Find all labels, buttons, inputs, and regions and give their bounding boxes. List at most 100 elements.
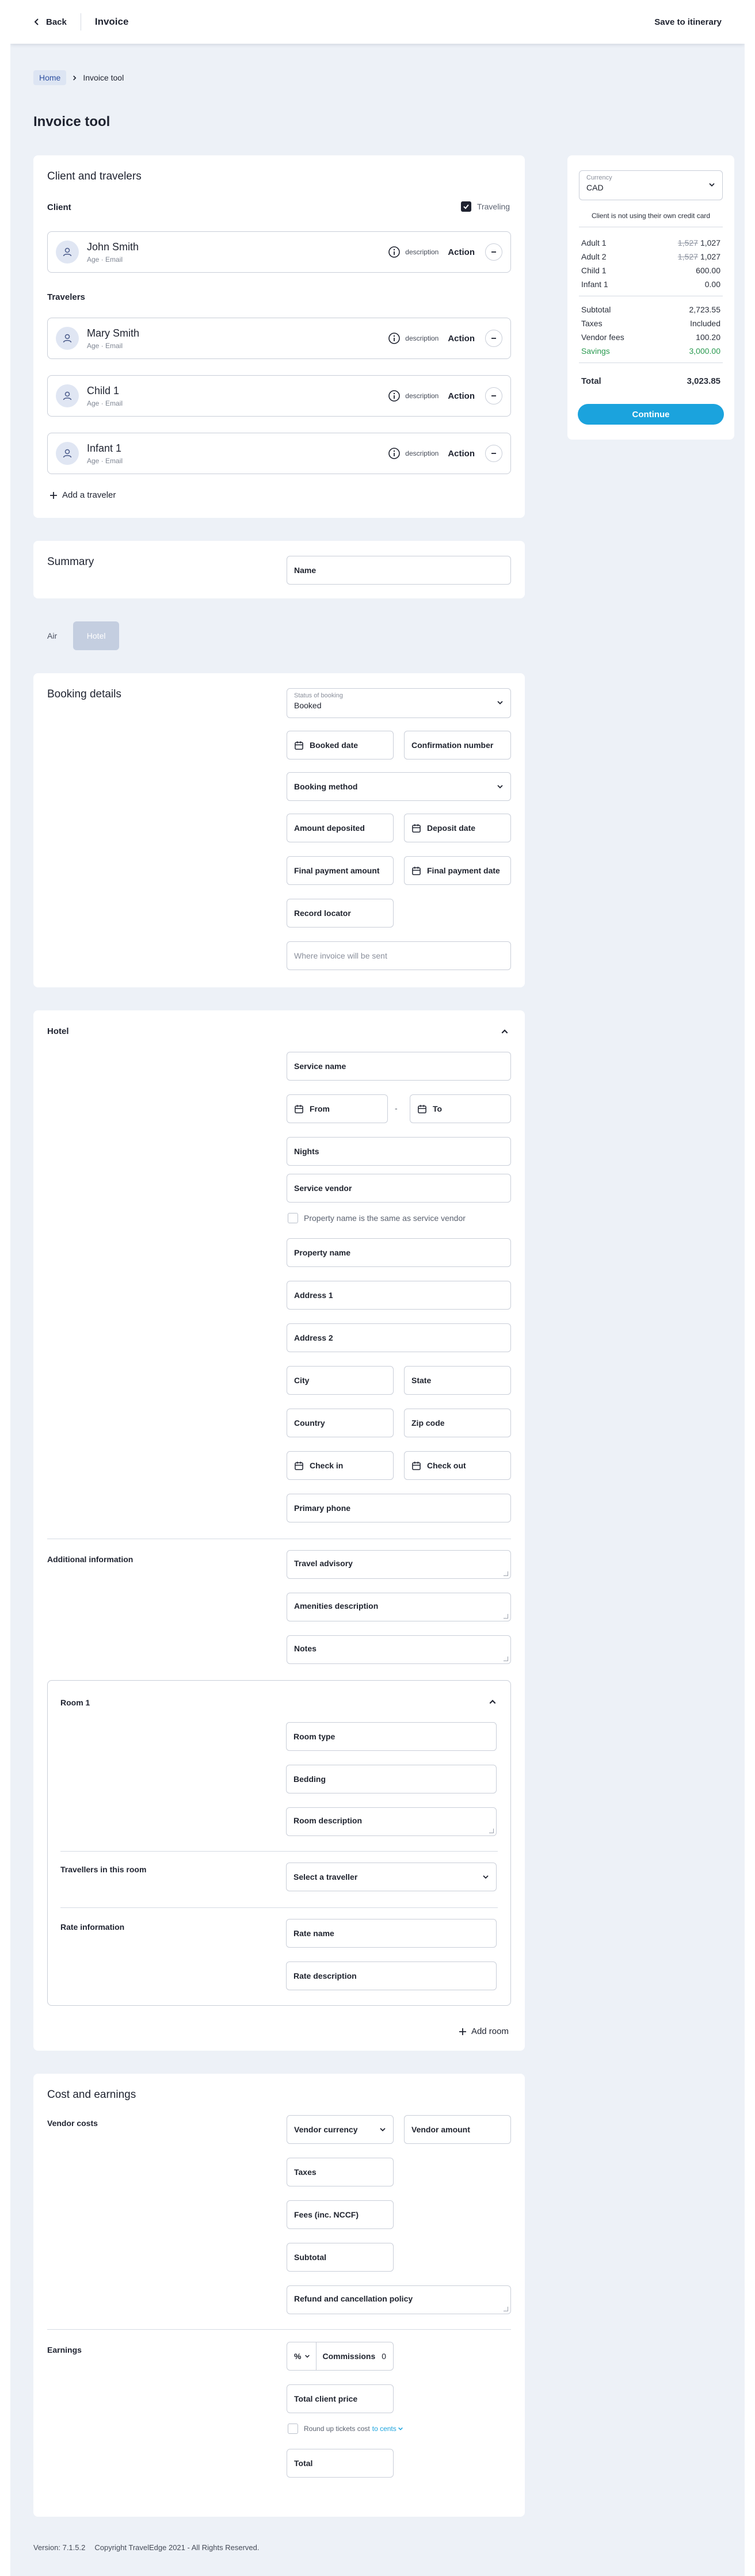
traveler-action-button[interactable]: Action	[448, 334, 475, 344]
price-row: Adult 1 1,527 1,027	[581, 238, 720, 247]
address2-input[interactable]: Address 2	[287, 1323, 511, 1352]
remove-traveler-button[interactable]	[485, 330, 502, 347]
to-date-input[interactable]: To	[410, 1094, 511, 1123]
same-as-vendor-checkbox[interactable]: Property name is the same as service ven…	[288, 1213, 466, 1223]
info-icon[interactable]	[388, 447, 401, 460]
from-date-input[interactable]: From	[287, 1094, 388, 1123]
traveling-checkbox[interactable]: Traveling	[460, 201, 510, 212]
traveler-description: description	[405, 449, 439, 457]
property-name-input[interactable]: Property name	[287, 1238, 511, 1267]
traveler-row[interactable]: Infant 1 Age · Email description Action	[47, 433, 511, 474]
save-to-itinerary-button[interactable]: Save to itinerary	[654, 17, 722, 27]
refund-policy-textarea[interactable]: Refund and cancellation policy	[287, 2285, 511, 2314]
taxes-label: Taxes	[581, 319, 603, 328]
chevron-right-icon	[73, 75, 77, 81]
room-type-input[interactable]: Room type	[286, 1722, 497, 1751]
summary-name-input[interactable]: Name	[287, 556, 511, 585]
resize-grip-icon[interactable]	[504, 2307, 508, 2311]
traveling-label: Traveling	[476, 202, 510, 211]
service-vendor-input[interactable]: Service vendor	[287, 1174, 511, 1203]
breadcrumb-home[interactable]: Home	[33, 70, 67, 85]
round-up-checkbox[interactable]: Round up tickets cost to cents	[288, 2424, 403, 2434]
zip-input[interactable]: Zip code	[404, 1409, 511, 1437]
travellers-in-room-heading: Travellers in this room	[60, 1865, 147, 1874]
invoice-destination-input[interactable]: Where invoice will be sent	[287, 941, 511, 970]
round-up-unit-link[interactable]: to cents	[372, 2425, 396, 2433]
client-action-button[interactable]: Action	[448, 247, 475, 257]
back-button[interactable]: Back	[33, 13, 81, 30]
currency-select[interactable]: Currency CAD	[579, 170, 723, 200]
tab-air[interactable]: Air	[33, 631, 57, 640]
traveler-action-button[interactable]: Action	[448, 449, 475, 459]
amount-deposited-input[interactable]: Amount deposited	[287, 814, 394, 842]
final-payment-amount-input[interactable]: Final payment amount	[287, 856, 394, 885]
total-row: Total 3,023.85	[581, 376, 720, 386]
resize-grip-icon[interactable]	[504, 1614, 508, 1619]
commissions-input[interactable]: % Commissions 0	[287, 2342, 394, 2371]
traveler-action-button[interactable]: Action	[448, 391, 475, 401]
state-input[interactable]: State	[404, 1366, 511, 1395]
select-traveller-dropdown[interactable]: Select a traveller	[286, 1863, 497, 1891]
subtotal-input[interactable]: Subtotal	[287, 2243, 394, 2272]
traveler-name: Mary Smith	[87, 327, 140, 339]
booking-status-select[interactable]: Status of booking Booked	[287, 688, 511, 718]
country-input[interactable]: Country	[287, 1409, 394, 1437]
record-locator-input[interactable]: Record locator	[287, 899, 394, 928]
info-icon[interactable]	[388, 332, 401, 345]
price-value: 0.00	[704, 280, 720, 289]
room-description-textarea[interactable]: Room description	[286, 1807, 497, 1836]
add-room-button[interactable]: Add room	[459, 2027, 509, 2036]
address1-input[interactable]: Address 1	[287, 1281, 511, 1310]
minus-icon	[491, 395, 496, 396]
info-icon[interactable]	[388, 246, 401, 258]
nights-input[interactable]: Nights	[287, 1137, 511, 1166]
traveler-row[interactable]: Mary Smith Age · Email description Action	[47, 318, 511, 359]
traveler-row[interactable]: Child 1 Age · Email description Action	[47, 375, 511, 417]
chevron-up-icon[interactable]	[489, 1698, 497, 1706]
page: Back Invoice Save to itinerary Home Invo…	[0, 0, 755, 2576]
check-out-input[interactable]: Check out	[404, 1451, 511, 1480]
total-client-price-input[interactable]: Total client price	[287, 2384, 394, 2413]
client-row[interactable]: John Smith Age · Email description Action	[47, 231, 511, 273]
percent-unit-select[interactable]: %	[294, 2342, 317, 2370]
remove-client-button[interactable]	[485, 243, 502, 261]
amenities-textarea[interactable]: Amenities description	[287, 1593, 511, 1621]
credit-card-note: Client is not using their own credit car…	[591, 212, 711, 220]
check-in-input[interactable]: Check in	[287, 1451, 394, 1480]
resize-grip-icon[interactable]	[504, 1657, 508, 1661]
fees-input[interactable]: Fees (inc. NCCF)	[287, 2200, 394, 2229]
city-input[interactable]: City	[287, 1366, 394, 1395]
chevron-up-icon[interactable]	[501, 1028, 509, 1036]
confirmation-number-input[interactable]: Confirmation number	[404, 731, 511, 760]
room-card: Room 1 Room type Bedding Room descriptio…	[47, 1680, 511, 2006]
price-row-label: Child 1	[581, 266, 607, 275]
bedding-input[interactable]: Bedding	[286, 1765, 497, 1793]
info-icon[interactable]	[388, 390, 401, 402]
vendor-currency-select[interactable]: Vendor currency	[287, 2115, 394, 2144]
chevron-down-icon	[483, 1875, 489, 1879]
remove-traveler-button[interactable]	[485, 387, 502, 404]
booking-method-select[interactable]: Booking method	[287, 772, 511, 801]
vendor-amount-input[interactable]: Vendor amount	[404, 2115, 511, 2144]
travel-advisory-textarea[interactable]: Travel advisory	[287, 1550, 511, 1579]
amenities-label: Amenities description	[294, 1601, 379, 1611]
rate-name-input[interactable]: Rate name	[286, 1919, 497, 1948]
resize-grip-icon[interactable]	[504, 1571, 508, 1576]
from-label: From	[310, 1104, 330, 1113]
remove-traveler-button[interactable]	[485, 445, 502, 462]
continue-button[interactable]: Continue	[578, 404, 724, 425]
primary-phone-input[interactable]: Primary phone	[287, 1494, 511, 1522]
add-traveler-button[interactable]: Add a traveler	[49, 490, 116, 500]
booked-date-input[interactable]: Booked date	[287, 731, 394, 760]
tab-hotel[interactable]: Hotel	[73, 621, 120, 650]
vendor-currency-label: Vendor currency	[294, 2125, 358, 2134]
rate-description-input[interactable]: Rate description	[286, 1961, 497, 1990]
final-payment-date-input[interactable]: Final payment date	[404, 856, 511, 885]
service-name-input[interactable]: Service name	[287, 1052, 511, 1081]
resize-grip-icon[interactable]	[489, 1829, 494, 1833]
total-input[interactable]: Total	[287, 2449, 394, 2478]
taxes-input[interactable]: Taxes	[287, 2158, 394, 2186]
notes-textarea[interactable]: Notes	[287, 1635, 511, 1664]
travelers-heading: Travelers	[47, 292, 85, 302]
deposit-date-input[interactable]: Deposit date	[404, 814, 511, 842]
